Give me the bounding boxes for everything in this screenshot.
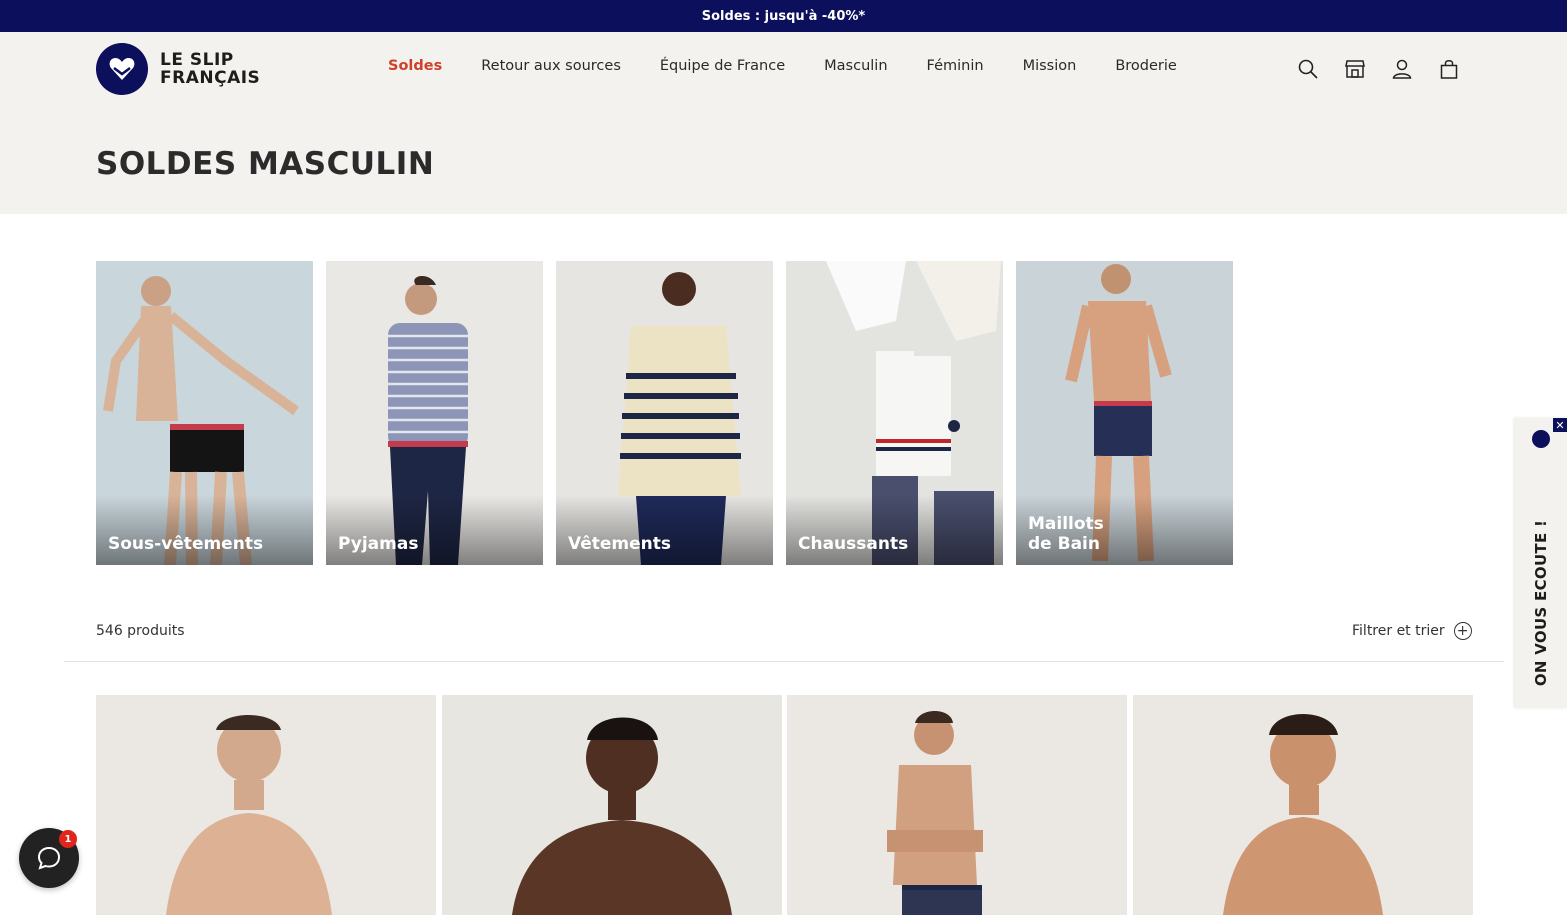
product-card[interactable] [441, 695, 782, 915]
product-image [96, 695, 436, 915]
nav-equipe-de-france[interactable]: Équipe de France [660, 58, 785, 74]
nav-masculin[interactable]: Masculin [824, 58, 887, 74]
brand-logo[interactable]: LE SLIP FRANÇAIS [96, 43, 260, 95]
account-icon[interactable] [1390, 57, 1414, 81]
feedback-side-tab[interactable]: ✕ ON VOUS ECOUTE ! [1515, 418, 1567, 708]
store-icon[interactable] [1343, 57, 1367, 81]
category-tile-sous-vetements[interactable]: Sous-vêtements [96, 261, 313, 565]
main-nav: Soldes Retour aux sources Équipe de Fran… [388, 58, 1216, 74]
nav-broderie[interactable]: Broderie [1115, 58, 1177, 74]
product-card[interactable] [1132, 695, 1473, 915]
nav-soldes[interactable]: Soldes [388, 58, 442, 74]
nav-mission[interactable]: Mission [1023, 58, 1077, 74]
product-card[interactable] [787, 695, 1127, 915]
product-card[interactable] [96, 695, 436, 915]
brand-line-1: LE SLIP [160, 50, 234, 70]
divider [64, 661, 1504, 662]
product-grid [96, 695, 1478, 915]
category-label: Pyjamas [338, 534, 419, 554]
tile-shade [326, 495, 543, 565]
nav-retour-aux-sources[interactable]: Retour aux sources [481, 58, 621, 74]
tile-shade [96, 495, 313, 565]
category-label: Maillots de Bain [1028, 514, 1104, 554]
feedback-tab-label: ON VOUS ECOUTE ! [1532, 519, 1550, 687]
chat-button[interactable]: 1 [19, 828, 79, 888]
brand-mini-logo-icon [1532, 430, 1550, 448]
category-tile-maillots-de-bain[interactable]: Maillots de Bain [1016, 261, 1233, 565]
category-tile-chaussants[interactable]: Chaussants [786, 261, 1003, 565]
promo-bar[interactable]: Soldes : jusqu'à -40%* [0, 0, 1567, 32]
page-title: SOLDES MASCULIN [96, 146, 435, 182]
bag-icon[interactable] [1437, 57, 1461, 81]
tile-shade [786, 495, 1003, 565]
filter-label: Filtrer et trier [1352, 623, 1445, 639]
product-image [441, 695, 782, 915]
chat-bubble-icon [37, 846, 61, 870]
product-count: 546 produits [96, 623, 185, 639]
nav-feminin[interactable]: Féminin [927, 58, 984, 74]
category-tiles: Sous-vêtements Pyjamas Vêtements Chaussa… [96, 261, 1246, 565]
plus-circle-icon: + [1453, 622, 1472, 640]
category-label: Chaussants [798, 534, 909, 554]
header-icons [1296, 57, 1484, 81]
product-image [787, 695, 1127, 915]
category-tile-vetements[interactable]: Vêtements [556, 261, 773, 565]
search-icon[interactable] [1296, 57, 1320, 81]
chat-notification-badge: 1 [59, 830, 77, 848]
category-label: Vêtements [568, 534, 672, 554]
filter-sort-button[interactable]: Filtrer et trier + [1352, 622, 1472, 640]
brand-name: LE SLIP FRANÇAIS [160, 51, 260, 87]
close-icon[interactable]: ✕ [1553, 418, 1567, 432]
category-label: Sous-vêtements [108, 534, 264, 554]
heart-logo-icon [96, 43, 148, 95]
promo-text[interactable]: Soldes : jusqu'à -40%* [702, 9, 865, 24]
category-tile-pyjamas[interactable]: Pyjamas [326, 261, 543, 565]
product-image [1132, 695, 1473, 915]
tile-shade [556, 495, 773, 565]
brand-line-2: FRANÇAIS [160, 68, 261, 88]
